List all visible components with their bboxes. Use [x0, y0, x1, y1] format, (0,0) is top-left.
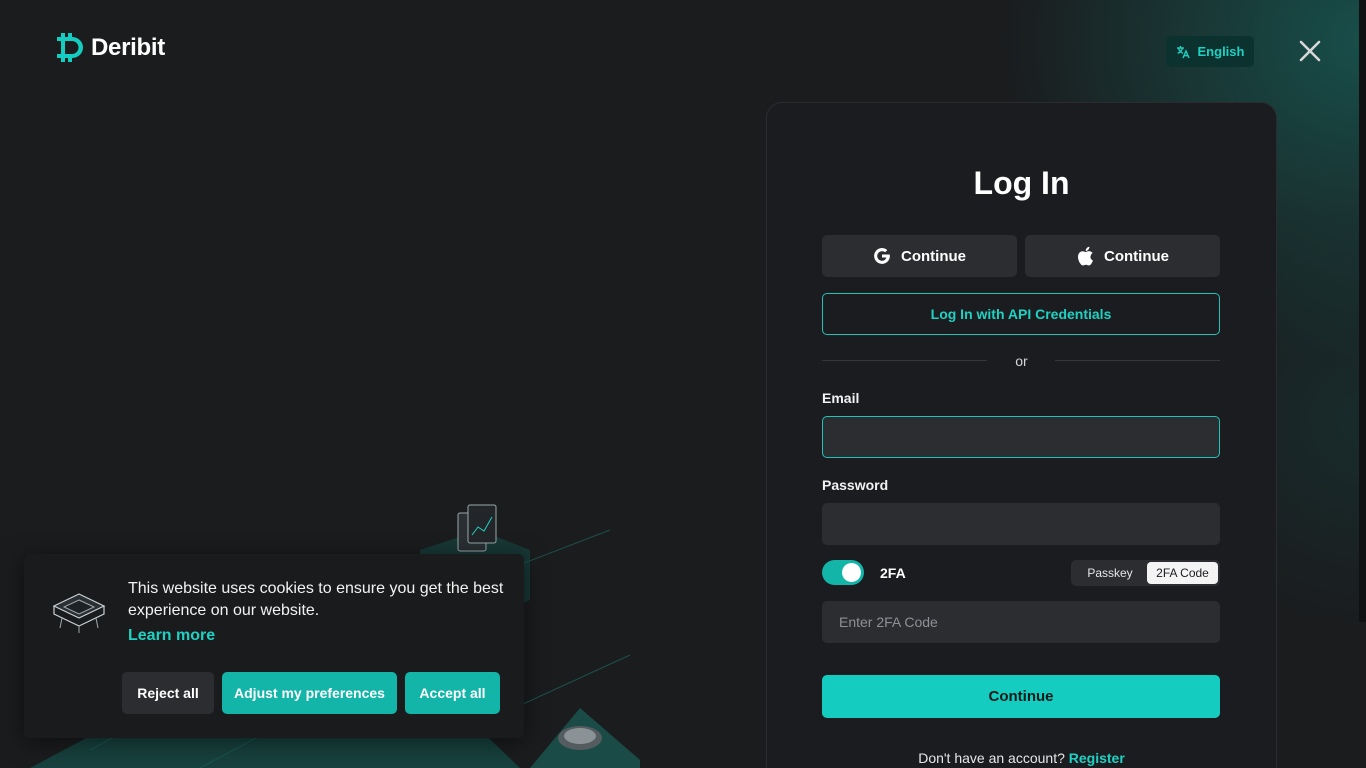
api-credentials-button[interactable]: Log In with API Credentials — [822, 293, 1220, 335]
reject-all-button[interactable]: Reject all — [122, 672, 214, 714]
language-label: English — [1197, 44, 1245, 59]
or-separator: or — [1015, 353, 1028, 369]
google-continue-label: Continue — [901, 247, 966, 265]
email-label: Email — [822, 390, 860, 406]
language-button[interactable]: English — [1166, 36, 1254, 67]
twofa-code-option[interactable]: 2FA Code — [1147, 562, 1218, 584]
cookie-banner: This website uses cookies to ensure you … — [24, 554, 524, 738]
password-label: Password — [822, 477, 889, 493]
toggle-knob — [842, 563, 861, 582]
logo-text: Deribit — [91, 33, 165, 61]
register-link[interactable]: Register — [1069, 750, 1125, 766]
apple-icon — [1078, 246, 1093, 266]
apple-continue-label: Continue — [1104, 247, 1169, 265]
password-field[interactable] — [822, 503, 1220, 545]
adjust-preferences-button[interactable]: Adjust my preferences — [222, 672, 397, 714]
cookie-message: This website uses cookies to ensure you … — [128, 580, 504, 619]
login-card: Log In Continue Continue Log In with API… — [766, 102, 1277, 768]
twofa-code-field[interactable] — [822, 601, 1220, 643]
divider-right — [1055, 360, 1220, 361]
accept-all-button[interactable]: Accept all — [405, 672, 500, 714]
apple-continue-button[interactable]: Continue — [1025, 235, 1220, 277]
learn-more-link[interactable]: Learn more — [128, 627, 215, 645]
cookie-illustration-icon — [52, 593, 106, 633]
google-continue-button[interactable]: Continue — [822, 235, 1017, 277]
google-icon — [874, 248, 890, 264]
register-prompt-text: Don't have an account? — [918, 750, 1065, 766]
twofa-method-switch: Passkey 2FA Code — [1071, 560, 1220, 586]
twofa-toggle-label: 2FA — [880, 565, 906, 581]
deribit-logo[interactable]: Deribit — [54, 31, 165, 64]
register-prompt: Don't have an account? Register — [767, 750, 1276, 766]
email-field[interactable] — [822, 416, 1220, 458]
continue-button[interactable]: Continue — [822, 675, 1220, 718]
scrollbar[interactable] — [1359, 0, 1366, 622]
close-icon — [1299, 40, 1321, 62]
deribit-logo-icon — [57, 33, 83, 62]
twofa-toggle[interactable] — [822, 560, 864, 585]
close-button[interactable] — [1296, 37, 1324, 65]
page-title: Log In — [973, 165, 1070, 201]
passkey-option[interactable]: Passkey — [1073, 562, 1147, 584]
translate-icon — [1176, 45, 1190, 58]
